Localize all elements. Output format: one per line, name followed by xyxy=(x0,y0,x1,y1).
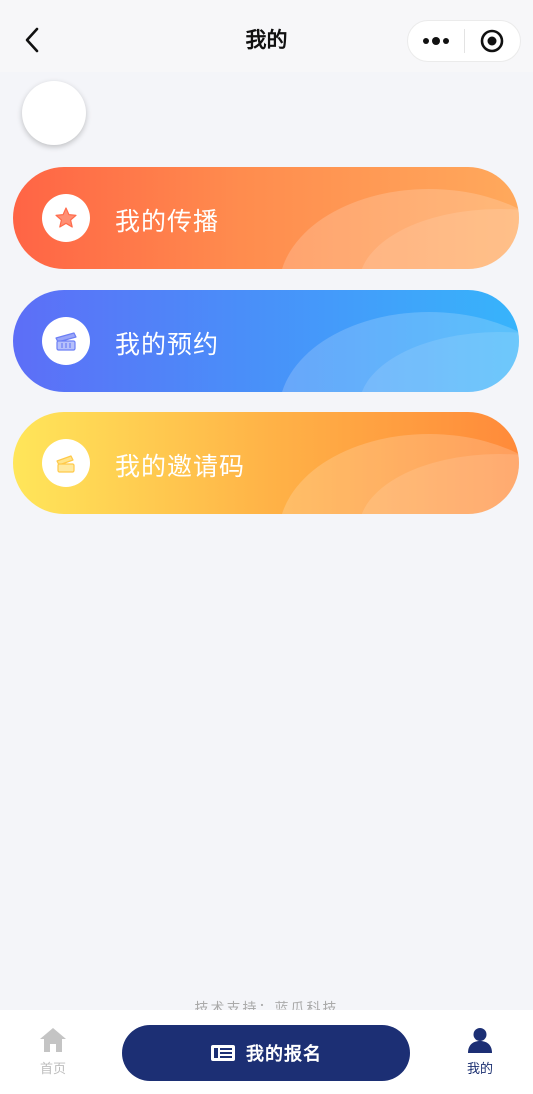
menu-label: 我的邀请码 xyxy=(115,452,246,481)
tab-mine[interactable]: 我的 xyxy=(440,1026,520,1077)
capsule-menu xyxy=(407,20,521,62)
more-button[interactable] xyxy=(408,21,464,61)
ticket-list-icon xyxy=(211,1045,235,1061)
tab-bar: 首页 我的报名 我的 xyxy=(0,1010,533,1094)
menu-my-appointment[interactable]: 我的预约 xyxy=(13,290,519,392)
calendar-tag-icon xyxy=(55,332,77,351)
tab-home-label: 首页 xyxy=(39,1062,66,1077)
menu-my-spread[interactable]: 我的传播 xyxy=(13,167,519,269)
menu-my-invite-code[interactable]: 我的邀请码 xyxy=(13,412,519,514)
avatar[interactable] xyxy=(22,81,86,145)
close-miniprogram-button[interactable] xyxy=(465,21,521,61)
tab-home[interactable]: 首页 xyxy=(13,1026,93,1077)
my-signup-label: 我的报名 xyxy=(246,1044,322,1065)
user-icon xyxy=(468,1028,492,1053)
my-signup-button[interactable]: 我的报名 xyxy=(122,1025,410,1081)
navigation-bar: 我的 xyxy=(0,0,533,72)
menu-label: 我的传播 xyxy=(115,207,220,236)
menu-label: 我的预约 xyxy=(115,330,220,359)
home-icon xyxy=(40,1028,66,1052)
calendar-tag-icon-badge xyxy=(42,317,90,365)
more-dots-icon xyxy=(422,37,449,45)
star-icon xyxy=(55,207,77,228)
tab-mine-label: 我的 xyxy=(466,1062,493,1077)
ticket-icon xyxy=(56,455,75,473)
target-circle-icon xyxy=(480,29,504,53)
ticket-icon-badge xyxy=(42,439,90,487)
star-icon-badge xyxy=(42,194,90,242)
